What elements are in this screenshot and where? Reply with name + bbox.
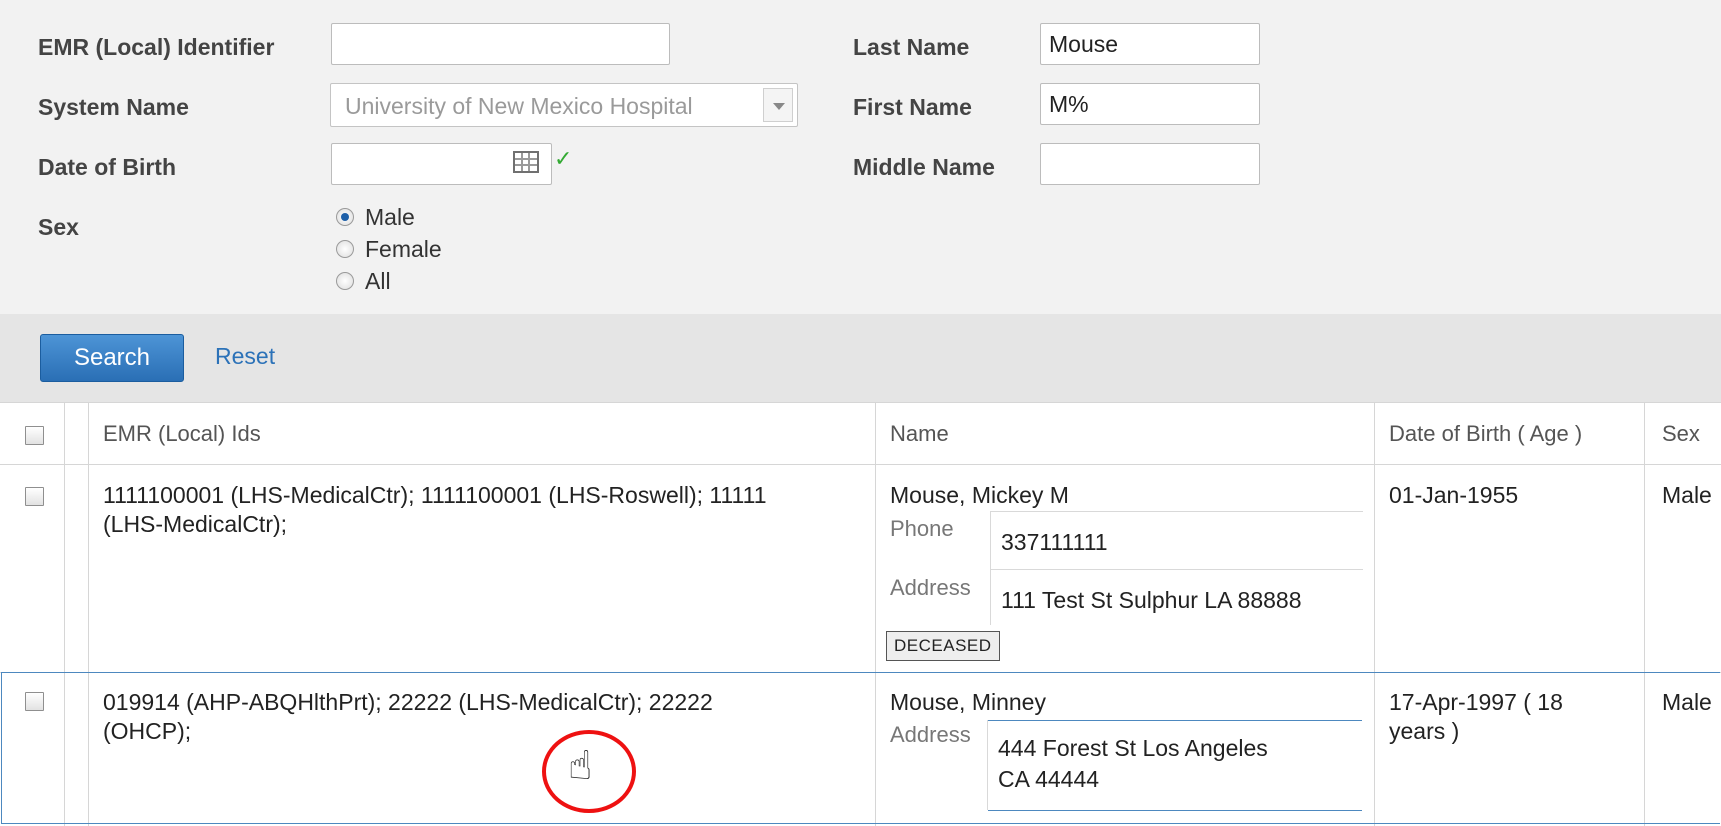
- dob-cell-cont: years ): [1389, 718, 1460, 744]
- emr-ids-cell: 1111100001 (LHS-MedicalCtr); 1111100001 …: [103, 482, 767, 508]
- dob-cell: 17-Apr-1997 ( 18: [1389, 689, 1563, 715]
- emr-ids-cell-cont: (LHS-MedicalCtr);: [103, 511, 288, 537]
- system-name-select[interactable]: University of New Mexico Hospital: [330, 83, 798, 127]
- address-value: 444 Forest St Los Angeles: [998, 735, 1268, 761]
- row-checkbox[interactable]: [25, 692, 44, 711]
- address-label: Address: [890, 575, 971, 600]
- emr-ids-cell-cont: (OHCP);: [103, 718, 192, 744]
- search-button[interactable]: Search: [40, 334, 184, 382]
- row-checkbox[interactable]: [25, 487, 44, 506]
- system-name-value: University of New Mexico Hospital: [345, 93, 693, 119]
- emr-ids-cell: 019914 (AHP-ABQHlthPrt); 22222 (LHS-Medi…: [103, 689, 713, 715]
- select-all-checkbox[interactable]: [25, 426, 44, 445]
- detail-divider: [988, 810, 1362, 811]
- table-top-border: [0, 402, 1721, 403]
- address-value: 111 Test St Sulphur LA 88888: [1001, 587, 1302, 613]
- detail-divider: [987, 720, 988, 810]
- emr-id-label: EMR (Local) Identifier: [38, 34, 275, 60]
- detail-divider: [991, 569, 1363, 570]
- phone-label: Phone: [890, 516, 954, 541]
- header-dob-age[interactable]: Date of Birth ( Age ): [1389, 421, 1582, 447]
- header-sex[interactable]: Sex: [1662, 421, 1700, 447]
- hand-pointer-icon: ☝: [568, 744, 593, 788]
- header-name[interactable]: Name: [890, 421, 949, 447]
- address-label: Address: [890, 722, 971, 747]
- address-value-cont: CA 44444: [998, 766, 1100, 792]
- dob-label: Date of Birth: [38, 154, 176, 180]
- chevron-down-icon[interactable]: [763, 88, 793, 122]
- detail-divider: [990, 511, 991, 625]
- patient-search-form: EMR (Local) Identifier System Name Unive…: [0, 0, 1721, 314]
- first-name-input[interactable]: [1040, 83, 1260, 125]
- checkmark-icon: ✓: [554, 146, 573, 171]
- detail-divider: [988, 720, 1362, 721]
- radio-female[interactable]: [336, 240, 354, 258]
- radio-female-label: Female: [365, 236, 442, 262]
- header-bottom-border: [0, 464, 1721, 465]
- last-name-label: Last Name: [853, 34, 970, 60]
- deceased-badge: DECEASED: [886, 631, 1000, 661]
- radio-all[interactable]: [336, 272, 354, 290]
- header-emr-ids[interactable]: EMR (Local) Ids: [103, 421, 261, 447]
- patient-name[interactable]: Mouse, Minney: [890, 688, 1046, 717]
- last-name-input[interactable]: [1040, 23, 1260, 65]
- middle-name-input[interactable]: [1040, 143, 1260, 185]
- radio-all-label: All: [365, 268, 391, 294]
- sex-label: Sex: [38, 214, 79, 240]
- patient-name[interactable]: Mouse, Mickey M: [890, 481, 1069, 510]
- detail-divider: [991, 511, 1363, 512]
- dob-cell: 01-Jan-1955: [1389, 482, 1519, 508]
- system-name-label: System Name: [38, 94, 189, 120]
- reset-link[interactable]: Reset: [215, 343, 275, 370]
- radio-male-label: Male: [365, 204, 415, 230]
- sex-cell: Male: [1662, 689, 1712, 715]
- sex-cell: Male: [1662, 482, 1712, 508]
- calendar-icon[interactable]: [513, 151, 539, 173]
- phone-value: 337111111: [1001, 529, 1108, 555]
- first-name-label: First Name: [853, 94, 972, 120]
- middle-name-label: Middle Name: [853, 154, 995, 180]
- emr-id-input[interactable]: [331, 23, 670, 65]
- radio-male[interactable]: [336, 208, 354, 226]
